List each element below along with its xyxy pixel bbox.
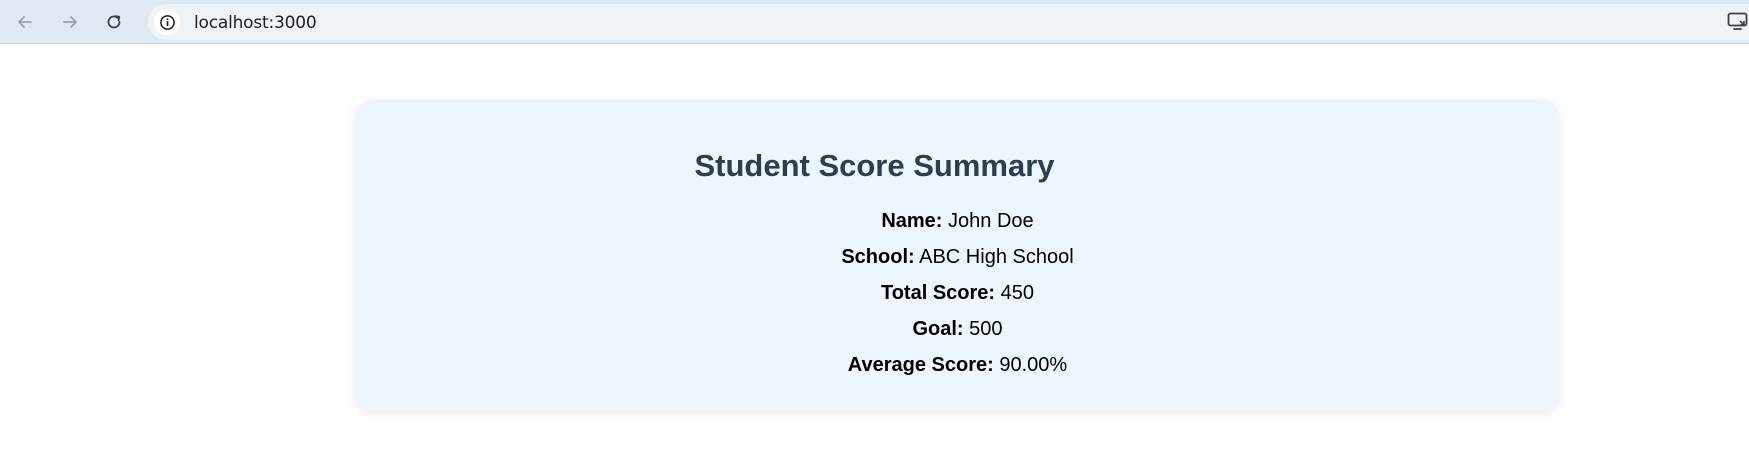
browser-toolbar: localhost:3000 xyxy=(0,0,1749,44)
page-title: Student Score Summary xyxy=(694,148,1055,183)
school-value: ABC High School xyxy=(919,246,1074,268)
school-label: School: xyxy=(841,246,915,268)
address-field[interactable]: localhost:3000 xyxy=(148,4,1749,40)
name-label: Name: xyxy=(881,210,943,232)
average-score-value: 90.00% xyxy=(999,354,1068,376)
back-button[interactable] xyxy=(10,7,40,37)
arrow-right-icon xyxy=(63,16,77,28)
average-score-label: Average Score: xyxy=(847,354,994,376)
total-score-value: 450 xyxy=(1000,282,1035,304)
total-score-row: Total Score: 450 xyxy=(356,278,1559,314)
name-value: John Doe xyxy=(948,210,1034,232)
site-info-button[interactable] xyxy=(154,9,180,35)
forward-button[interactable] xyxy=(55,7,85,37)
goal-value: 500 xyxy=(969,318,1003,340)
cast-icon-graphic xyxy=(1727,12,1748,30)
url-text[interactable]: localhost:3000 xyxy=(194,13,317,33)
summary-details: Name: John Doe School: ABC High School T… xyxy=(356,206,1559,386)
name-row: Name: John Doe xyxy=(356,206,1559,242)
arrow-left-icon xyxy=(18,16,32,28)
info-icon xyxy=(159,14,175,30)
reload-button[interactable] xyxy=(99,7,129,37)
reload-icon xyxy=(107,15,121,29)
goal-label: Goal: xyxy=(912,318,964,340)
cast-icon[interactable] xyxy=(1727,11,1749,31)
address-bar[interactable]: localhost:3000 xyxy=(148,4,1749,40)
goal-row: Goal: 500 xyxy=(356,314,1559,350)
school-row: School: ABC High School xyxy=(356,242,1559,278)
total-score-label: Total Score: xyxy=(880,282,996,304)
average-score-row: Average Score: 90.00% xyxy=(356,350,1559,386)
